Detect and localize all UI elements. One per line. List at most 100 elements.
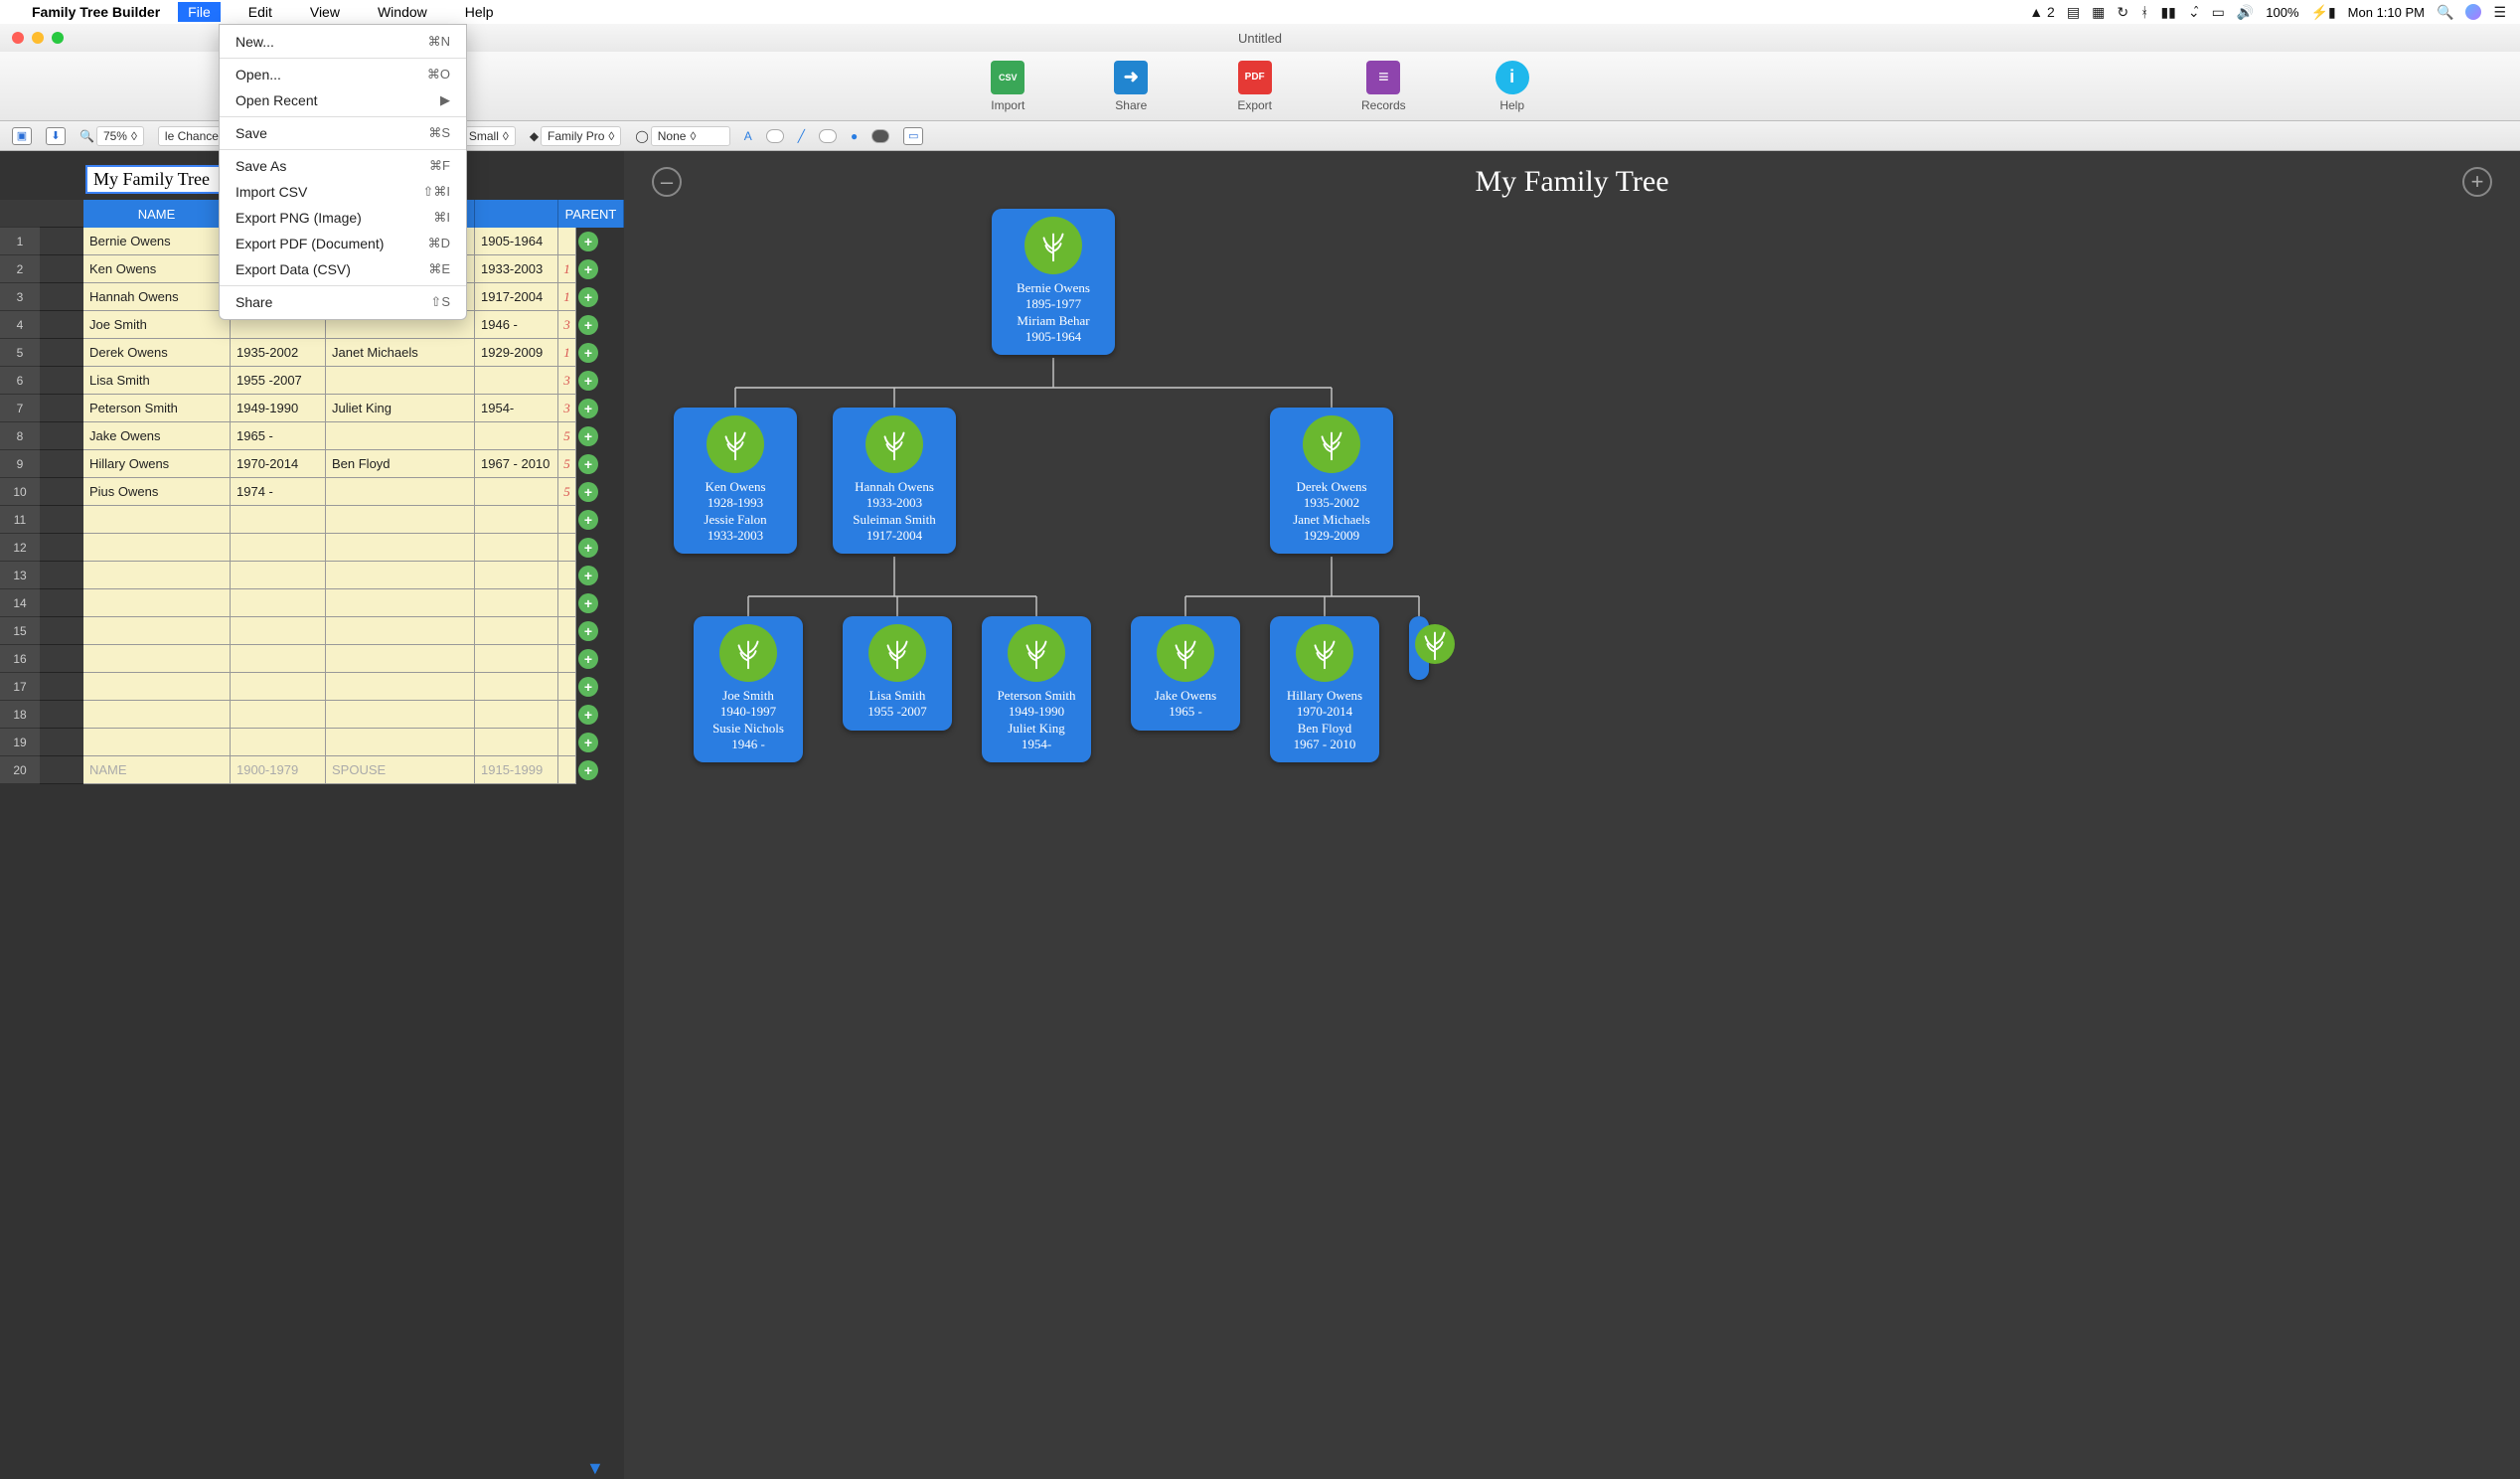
cell-name[interactable]: Hillary Owens xyxy=(83,450,231,478)
cell-name[interactable]: Lisa Smith xyxy=(83,367,231,395)
cell-spouse[interactable] xyxy=(326,701,475,729)
cell-parent[interactable]: 5 xyxy=(558,450,576,478)
file-menu-item[interactable]: Export PDF (Document)⌘D xyxy=(220,231,466,256)
cell-parent[interactable] xyxy=(558,506,576,534)
cell-spouse[interactable]: Juliet King xyxy=(326,395,475,422)
row-selector[interactable] xyxy=(40,478,83,506)
menu-edit[interactable]: Edit xyxy=(238,2,282,22)
cell-dates[interactable]: 1965 - xyxy=(231,422,326,450)
row-number[interactable]: 16 xyxy=(0,645,40,673)
cell-spouse[interactable]: Janet Michaels xyxy=(326,339,475,367)
file-menu-item[interactable]: Import CSV⇧⌘I xyxy=(220,179,466,205)
file-menu-item[interactable]: Export PNG (Image)⌘I xyxy=(220,205,466,231)
row-number[interactable]: 6 xyxy=(0,367,40,395)
cell-spouse[interactable]: Ben Floyd xyxy=(326,450,475,478)
row-number[interactable]: 19 xyxy=(0,729,40,756)
cell-spouse[interactable] xyxy=(326,589,475,617)
cell-years2[interactable]: 1917-2004 xyxy=(475,283,558,311)
row-selector[interactable] xyxy=(40,283,83,311)
row-number[interactable]: 1 xyxy=(0,228,40,255)
add-row-button[interactable]: + xyxy=(576,395,600,422)
cell-spouse[interactable] xyxy=(326,367,475,395)
records-button[interactable]: ≡Records xyxy=(1361,61,1406,112)
minimize-window-button[interactable] xyxy=(32,32,44,44)
cell-years2[interactable] xyxy=(475,617,558,645)
cell-dates[interactable] xyxy=(231,589,326,617)
row-number[interactable]: 5 xyxy=(0,339,40,367)
table-row[interactable]: 5Derek Owens1935-2002Janet Michaels1929-… xyxy=(0,339,624,367)
volume-icon[interactable]: 🔊 xyxy=(2237,4,2254,21)
line-icon[interactable]: ╱ xyxy=(798,129,805,143)
table-row[interactable]: 18 + xyxy=(0,701,624,729)
table-row[interactable]: 12+ xyxy=(0,534,624,562)
table-row[interactable]: 6Lisa Smith1955 -20073+ xyxy=(0,367,624,395)
row-selector[interactable] xyxy=(40,645,83,673)
cell-name[interactable]: Joe Smith xyxy=(83,311,231,339)
spotlight-icon[interactable]: 🔍 xyxy=(2437,4,2453,21)
help-button[interactable]: iHelp xyxy=(1496,61,1529,112)
cell-spouse[interactable] xyxy=(326,645,475,673)
cell-name[interactable] xyxy=(83,617,231,645)
table-row[interactable]: 8Jake Owens1965 -5+ xyxy=(0,422,624,450)
cell-parent[interactable] xyxy=(558,589,576,617)
cell-parent[interactable] xyxy=(558,729,576,756)
tree-node-partial[interactable] xyxy=(1409,616,1429,680)
cell-years2[interactable]: 1954- xyxy=(475,395,558,422)
file-menu-item[interactable]: Export Data (CSV)⌘E xyxy=(220,256,466,282)
proj-icon[interactable]: ▦ xyxy=(2092,4,2105,21)
add-row-button[interactable]: + xyxy=(576,701,600,729)
tree-title-input[interactable] xyxy=(85,165,235,194)
adobe-icon[interactable]: ▲ 2 xyxy=(2029,4,2055,20)
menu-window[interactable]: Window xyxy=(368,2,437,22)
row-selector[interactable] xyxy=(40,367,83,395)
table-row[interactable]: 19+ xyxy=(0,729,624,756)
fill-icon[interactable]: ● xyxy=(851,129,858,143)
cell-years2[interactable] xyxy=(475,589,558,617)
cell-name[interactable] xyxy=(83,645,231,673)
add-row-button[interactable]: + xyxy=(576,534,600,562)
cell-name[interactable] xyxy=(83,673,231,701)
row-selector[interactable] xyxy=(40,228,83,255)
add-row-button[interactable]: + xyxy=(576,422,600,450)
cell-parent[interactable] xyxy=(558,562,576,589)
cell-dates[interactable]: 1970-2014 xyxy=(231,450,326,478)
cell-name[interactable] xyxy=(83,506,231,534)
table-row[interactable]: 7Peterson Smith1949-1990Juliet King1954-… xyxy=(0,395,624,422)
text-color-swatch[interactable] xyxy=(766,129,784,143)
row-number[interactable]: 18 xyxy=(0,701,40,729)
col-header-parent[interactable]: PARENT xyxy=(558,200,624,228)
row-selector[interactable] xyxy=(40,562,83,589)
menu-help[interactable]: Help xyxy=(455,2,504,22)
cell-parent[interactable] xyxy=(558,701,576,729)
cell-years2[interactable] xyxy=(475,506,558,534)
menu-file[interactable]: File xyxy=(178,2,221,22)
import-button[interactable]: CSVImport xyxy=(991,61,1024,112)
table-row[interactable]: 15+ xyxy=(0,617,624,645)
tree-mode-icon[interactable]: ⬇︎ xyxy=(46,127,66,145)
notification-icon[interactable]: ☰ xyxy=(2493,4,2506,21)
file-menu-item[interactable]: Save As⌘F xyxy=(220,153,466,179)
row-selector[interactable] xyxy=(40,395,83,422)
add-row-button[interactable]: + xyxy=(576,673,600,701)
row-selector[interactable] xyxy=(40,756,83,784)
row-selector[interactable] xyxy=(40,534,83,562)
add-row-button[interactable]: + xyxy=(576,506,600,534)
table-row[interactable]: 17+ xyxy=(0,673,624,701)
row-selector[interactable] xyxy=(40,339,83,367)
row-selector[interactable] xyxy=(40,673,83,701)
add-row-button[interactable]: + xyxy=(576,255,600,283)
cell-name[interactable]: NAME xyxy=(83,756,231,784)
cell-dates[interactable]: 1955 -2007 xyxy=(231,367,326,395)
fill-color-swatch[interactable] xyxy=(871,129,889,143)
cell-spouse[interactable] xyxy=(326,478,475,506)
add-row-button[interactable]: + xyxy=(576,339,600,367)
cell-name[interactable] xyxy=(83,534,231,562)
col-header-name[interactable]: NAME xyxy=(83,200,231,228)
cell-spouse[interactable] xyxy=(326,562,475,589)
row-number[interactable]: 20 xyxy=(0,756,40,784)
layout-select[interactable]: ◆ Family Pro ◊ xyxy=(530,126,622,146)
cell-years2[interactable] xyxy=(475,422,558,450)
overlay-select[interactable]: ◯ None ◊ xyxy=(635,126,729,146)
row-number[interactable]: 2 xyxy=(0,255,40,283)
cell-spouse[interactable] xyxy=(326,422,475,450)
